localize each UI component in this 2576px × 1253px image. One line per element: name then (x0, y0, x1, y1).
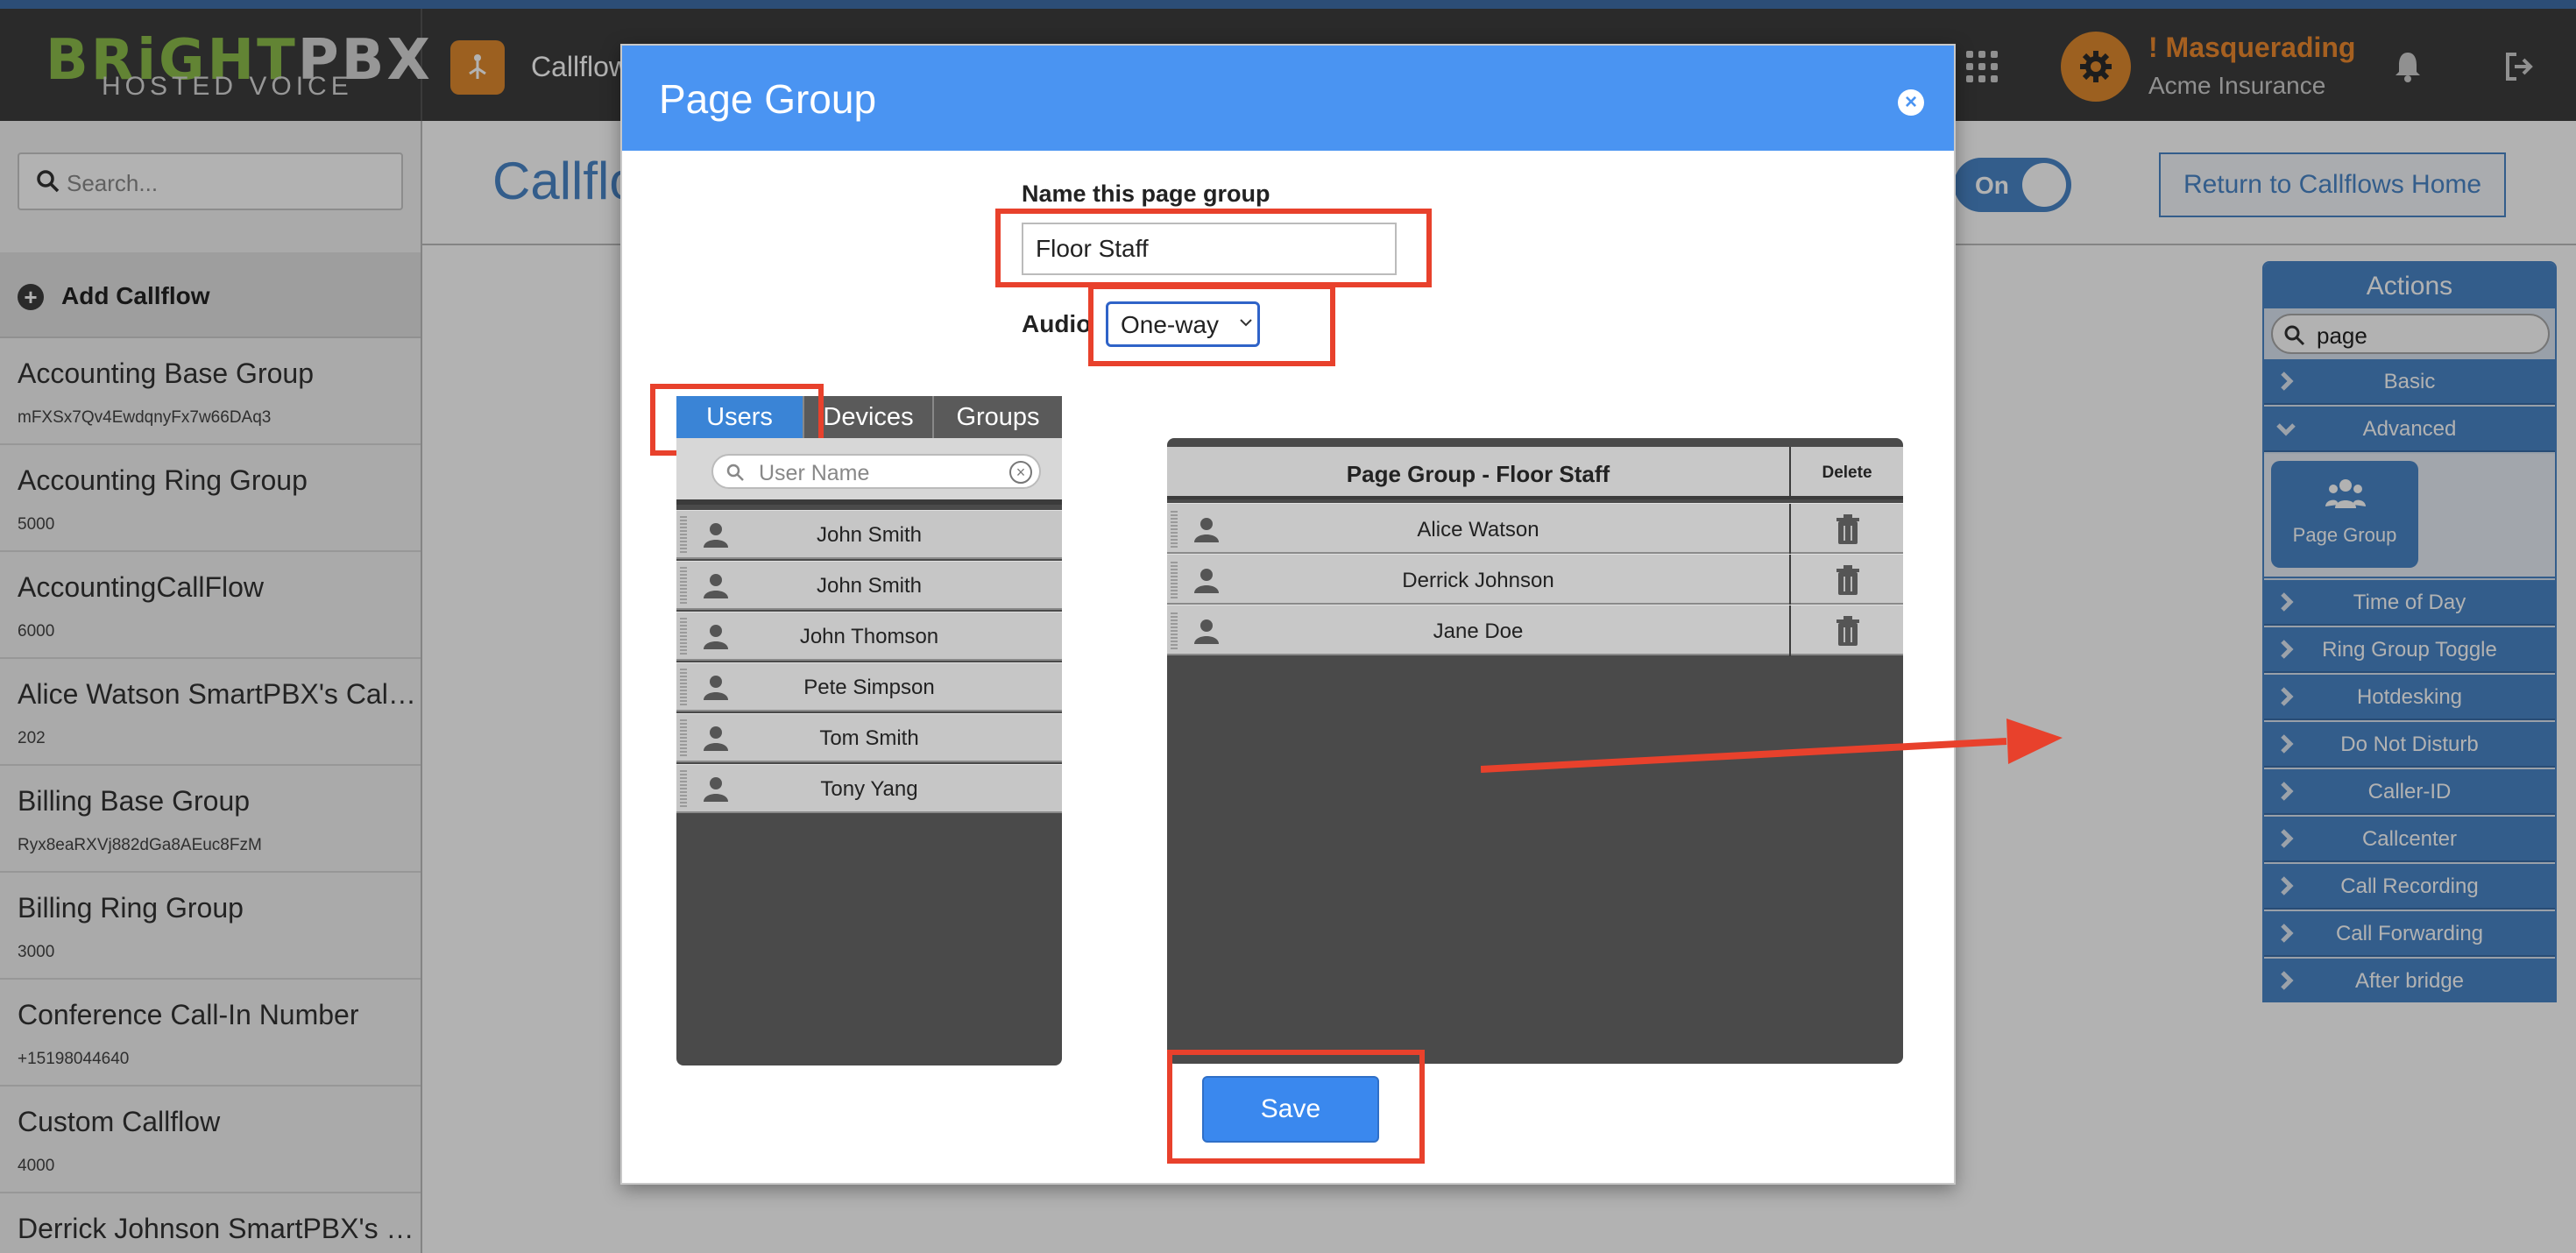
member-name: Jane Doe (1433, 619, 1524, 643)
user-row[interactable]: Pete Simpson (676, 662, 1062, 711)
delete-column-header: Delete (1789, 447, 1903, 499)
member-row[interactable]: Derrick Johnson (1167, 554, 1903, 605)
highlight-box (995, 209, 1432, 287)
group-name-label: Name this page group (1022, 181, 1270, 207)
delete-member-button[interactable] (1789, 504, 1903, 555)
user-search-input[interactable]: User Name × (711, 454, 1041, 489)
trash-icon (1836, 565, 1859, 595)
user-name: John Smith (816, 523, 923, 547)
highlight-box (1167, 1050, 1425, 1164)
member-name: Alice Watson (1417, 518, 1539, 542)
member-row[interactable]: Alice Watson (1167, 503, 1903, 555)
user-name: John Smith (816, 574, 923, 598)
members-header: Page Group - Floor Staff Delete (1167, 447, 1903, 499)
tab-groups[interactable]: Groups (934, 396, 1062, 438)
delete-member-button[interactable] (1789, 555, 1903, 605)
user-row[interactable]: John Thomson (676, 612, 1062, 661)
close-icon[interactable]: × (1898, 89, 1924, 116)
member-name: Derrick Johnson (1402, 569, 1554, 592)
user-row[interactable]: Tom Smith (676, 713, 1062, 762)
user-row[interactable]: Tony Yang (676, 764, 1062, 813)
page-group-dialog: Page Group × Name this page group Audio … (620, 44, 2063, 1185)
dialog-header: Page Group × (622, 46, 1954, 151)
user-search-placeholder: User Name (759, 461, 870, 485)
user-name: John Thomson (799, 625, 939, 648)
user-name: Tom Smith (819, 726, 919, 750)
user-name: Pete Simpson (803, 676, 935, 699)
trash-icon (1836, 616, 1859, 646)
user-row[interactable]: John Smith (676, 510, 1062, 559)
delete-member-button[interactable] (1789, 605, 1903, 656)
available-users-list: User Name × John Smith John Smith John T… (676, 438, 1062, 1065)
highlight-box (1088, 284, 1335, 366)
tab-devices[interactable]: Devices (804, 396, 934, 438)
search-icon (726, 464, 744, 481)
clear-search-icon[interactable]: × (1009, 461, 1032, 484)
audio-label: Audio (1022, 310, 1092, 337)
user-name: Tony Yang (820, 777, 918, 801)
dialog-title: Page Group (659, 76, 877, 122)
members-header-title: Page Group - Floor Staff (1346, 461, 1610, 487)
member-row[interactable]: Jane Doe (1167, 605, 1903, 656)
drag-arrow-annotation (1481, 719, 2063, 773)
user-row[interactable]: John Smith (676, 561, 1062, 610)
trash-icon (1836, 514, 1859, 544)
